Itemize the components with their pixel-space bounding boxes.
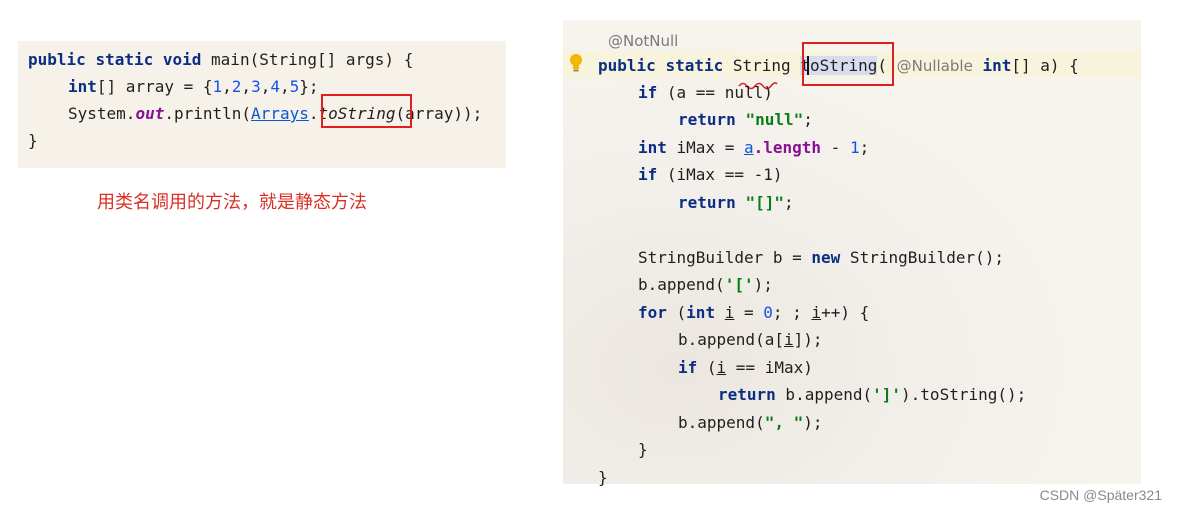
code-line-if-null: if (a == null) bbox=[638, 83, 773, 102]
code-line-append-separator: b.append(", "); bbox=[678, 413, 823, 432]
arrays-class-link[interactable]: Arrays bbox=[251, 104, 309, 123]
left-tostring-call[interactable]: toString bbox=[318, 104, 395, 123]
code-line-stringbuilder: StringBuilder b = new StringBuilder(); bbox=[638, 248, 1005, 267]
code-line-for: for (int i = 0; ; i++) { bbox=[638, 303, 870, 322]
lightbulb-icon[interactable] bbox=[569, 53, 583, 77]
code-line-append-element: b.append(a[i]); bbox=[678, 330, 823, 349]
right-code-panel: @NotNull public static String toString( … bbox=[563, 20, 1141, 487]
left-code-line-4: } bbox=[28, 131, 38, 150]
nullable-annotation: @Nullable bbox=[896, 57, 973, 75]
notnull-annotation: @NotNull bbox=[608, 32, 679, 50]
left-code-line-1: public static void main(String[] args) { bbox=[28, 50, 414, 69]
watermark: CSDN @Später321 bbox=[1039, 487, 1162, 503]
method-signature-line: public static String toString( @Nullable… bbox=[598, 56, 1079, 75]
code-line-return-result: return b.append(']').toString(); bbox=[718, 385, 1027, 404]
code-line-close-method: } bbox=[598, 468, 608, 487]
left-code-line-2: int[] array = {1,2,3,4,5}; bbox=[68, 77, 319, 96]
code-line-return-null: return "null"; bbox=[678, 110, 813, 129]
code-line-if-last: if (i == iMax) bbox=[678, 358, 813, 377]
code-line-imax: int iMax = a.length - 1; bbox=[638, 138, 870, 157]
text-cursor bbox=[807, 56, 809, 75]
caption-text: 用类名调用的方法，就是静态方法 bbox=[97, 192, 367, 213]
left-code-line-3: System.out.println(Arrays.toString(array… bbox=[68, 104, 483, 123]
code-line-append-open: b.append('['); bbox=[638, 275, 773, 294]
code-line-if-imax: if (iMax == -1) bbox=[638, 165, 783, 184]
tostring-method-name[interactable]: toString bbox=[800, 56, 878, 75]
left-code-panel: public static void main(String[] args) {… bbox=[18, 41, 506, 168]
code-line-return-empty: return "[]"; bbox=[678, 193, 794, 212]
code-line-close-for: } bbox=[638, 440, 648, 459]
